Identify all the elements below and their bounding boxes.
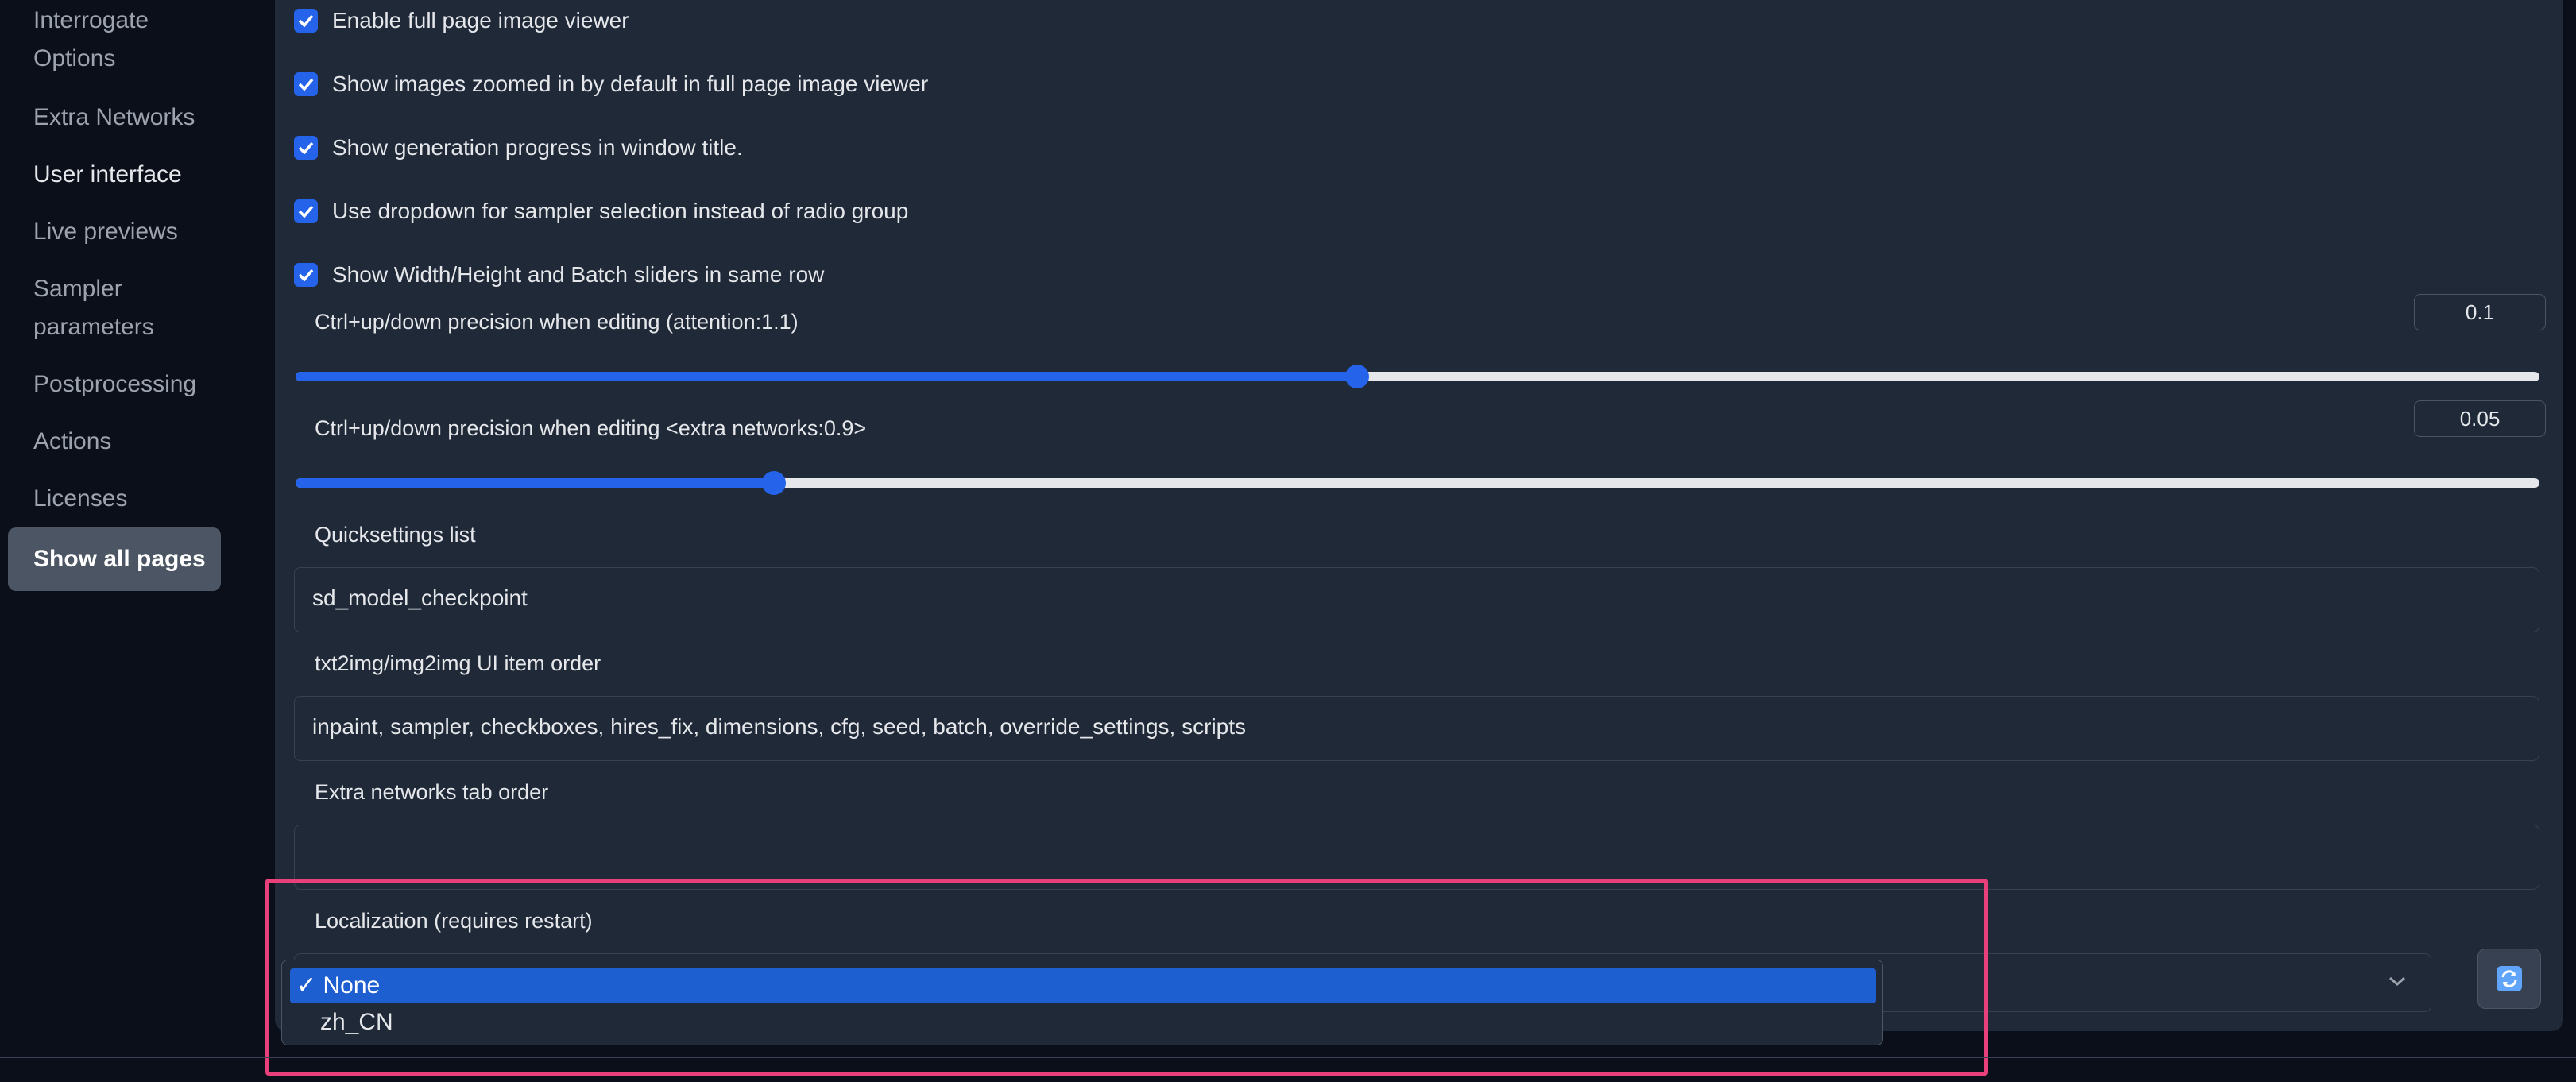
- refresh-icon: [2497, 966, 2522, 991]
- localization-option-none[interactable]: ✓ None: [290, 968, 1876, 1003]
- settings-sidebar: Interrogate Options Extra Networks User …: [0, 0, 275, 1057]
- checkbox-label: Show Width/Height and Batch sliders in s…: [332, 262, 825, 287]
- slider-thumb[interactable]: [761, 471, 786, 495]
- sidebar-item-extra-networks[interactable]: Extra Networks: [33, 99, 195, 137]
- sidebar-item-live-previews[interactable]: Live previews: [33, 213, 178, 251]
- sidebar-item-sampler-parameters[interactable]: Sampler: [33, 270, 122, 308]
- slider-thumb[interactable]: [1344, 365, 1369, 388]
- bottom-divider: [0, 1057, 2576, 1058]
- attention-precision-label: Ctrl+up/down precision when editing (att…: [315, 310, 799, 334]
- localization-dropdown-menu: ✓ None zh_CN: [281, 960, 1883, 1045]
- localization-option-zh-cn[interactable]: zh_CN: [290, 1005, 1876, 1040]
- sidebar-item-licenses[interactable]: Licenses: [33, 480, 127, 518]
- checkmark-icon: [294, 136, 318, 160]
- ui-item-order-label: txt2img/img2img UI item order: [315, 651, 601, 675]
- checkbox-label: Use dropdown for sampler selection inste…: [332, 199, 909, 223]
- extra-networks-precision-input[interactable]: 0.05: [2414, 400, 2546, 437]
- checkmark-icon: [294, 263, 318, 287]
- quicksettings-input[interactable]: sd_model_checkpoint: [294, 567, 2539, 632]
- quicksettings-label: Quicksettings list: [315, 523, 476, 547]
- checkbox-label: Enable full page image viewer: [332, 8, 629, 33]
- extra-networks-precision-label: Ctrl+up/down precision when editing <ext…: [315, 416, 867, 440]
- sidebar-item-sampler-parameters-cont[interactable]: parameters: [33, 308, 154, 346]
- checkbox-label: Show generation progress in window title…: [332, 135, 743, 160]
- attention-precision-slider[interactable]: [296, 365, 2539, 388]
- slider-fill: [296, 372, 1357, 381]
- checkmark-icon: [294, 9, 318, 33]
- sidebar-item-user-interface[interactable]: User interface: [33, 156, 182, 194]
- refresh-localization-button[interactable]: [2477, 949, 2541, 1009]
- show-progress-title-checkbox[interactable]: Show generation progress in window title…: [294, 133, 743, 162]
- localization-label: Localization (requires restart): [315, 909, 593, 933]
- sidebar-item-actions[interactable]: Actions: [33, 423, 111, 461]
- show-zoomed-images-checkbox[interactable]: Show images zoomed in by default in full…: [294, 70, 928, 99]
- checkmark-icon: [294, 199, 318, 223]
- slider-fill: [296, 478, 774, 488]
- show-all-pages-button[interactable]: Show all pages: [8, 527, 221, 591]
- extra-networks-tab-order-label: Extra networks tab order: [315, 780, 549, 804]
- enable-full-page-viewer-checkbox[interactable]: Enable full page image viewer: [294, 6, 629, 35]
- sidebar-item-interrogate-options-cont[interactable]: Options: [33, 40, 115, 78]
- sampler-dropdown-checkbox[interactable]: Use dropdown for sampler selection inste…: [294, 197, 908, 226]
- sidebar-item-postprocessing[interactable]: Postprocessing: [33, 365, 196, 404]
- sidebar-item-interrogate-options[interactable]: Interrogate: [33, 2, 149, 40]
- ui-item-order-input[interactable]: inpaint, sampler, checkboxes, hires_fix,…: [294, 696, 2539, 761]
- extra-networks-precision-slider[interactable]: [296, 471, 2539, 495]
- extra-networks-tab-order-input[interactable]: [294, 825, 2539, 890]
- checkbox-label: Show images zoomed in by default in full…: [332, 71, 929, 96]
- option-label: zh_CN: [320, 1009, 393, 1035]
- chevron-down-icon: [2389, 976, 2405, 987]
- checkmark-icon: [294, 72, 318, 96]
- attention-precision-input[interactable]: 0.1: [2414, 294, 2546, 330]
- sliders-same-row-checkbox[interactable]: Show Width/Height and Batch sliders in s…: [294, 261, 824, 289]
